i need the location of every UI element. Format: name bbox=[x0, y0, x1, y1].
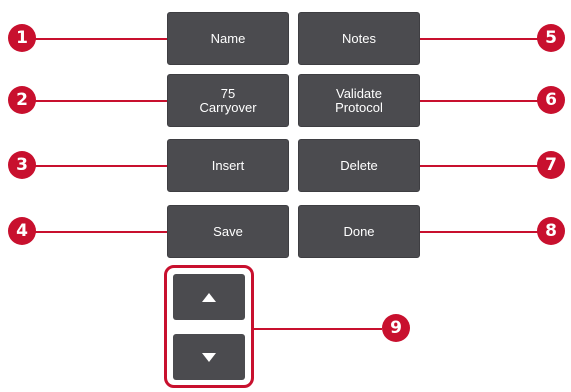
validate-line1: Validate bbox=[335, 85, 382, 101]
insert-button-label: Insert bbox=[211, 157, 245, 173]
name-button-label: Name bbox=[210, 30, 246, 46]
triangle-down-icon bbox=[202, 352, 216, 362]
callout-line-9 bbox=[252, 328, 382, 330]
callout-line-1 bbox=[28, 38, 168, 40]
validate-protocol-button[interactable]: Validate Protocol bbox=[298, 74, 420, 127]
scroll-down-button[interactable] bbox=[173, 334, 245, 380]
callout-badge-7: 7 bbox=[537, 151, 565, 179]
notes-button-label: Notes bbox=[342, 30, 376, 46]
callout-badge-2: 2 bbox=[8, 86, 36, 114]
callout-line-5 bbox=[418, 38, 548, 40]
callout-badge-1: 1 bbox=[8, 24, 36, 52]
callout-badge-8: 8 bbox=[537, 217, 565, 245]
save-button[interactable]: Save bbox=[167, 205, 289, 258]
carryover-value: 75 bbox=[220, 85, 236, 101]
callout-badge-5: 5 bbox=[537, 24, 565, 52]
notes-button[interactable]: Notes bbox=[298, 12, 420, 65]
callout-badge-4: 4 bbox=[8, 217, 36, 245]
callout-line-3 bbox=[28, 165, 168, 167]
scroll-up-button[interactable] bbox=[173, 274, 245, 320]
callout-line-4 bbox=[28, 231, 168, 233]
delete-button[interactable]: Delete bbox=[298, 139, 420, 192]
insert-button[interactable]: Insert bbox=[167, 139, 289, 192]
callout-badge-3: 3 bbox=[8, 151, 36, 179]
triangle-up-icon bbox=[202, 292, 216, 302]
callout-line-6 bbox=[418, 100, 548, 102]
done-button[interactable]: Done bbox=[298, 205, 420, 258]
delete-button-label: Delete bbox=[340, 157, 378, 173]
callout-line-2 bbox=[28, 100, 168, 102]
save-button-label: Save bbox=[213, 223, 243, 239]
name-button[interactable]: Name bbox=[167, 12, 289, 65]
carryover-label: Carryover bbox=[199, 99, 257, 115]
callout-line-8 bbox=[418, 231, 548, 233]
scroll-buttons-highlight bbox=[164, 265, 254, 388]
done-button-label: Done bbox=[343, 223, 375, 239]
callout-line-7 bbox=[418, 165, 548, 167]
callout-badge-9: 9 bbox=[382, 314, 410, 342]
carryover-button[interactable]: 75 Carryover bbox=[167, 74, 289, 127]
callout-badge-6: 6 bbox=[537, 86, 565, 114]
validate-line2: Protocol bbox=[335, 99, 383, 115]
